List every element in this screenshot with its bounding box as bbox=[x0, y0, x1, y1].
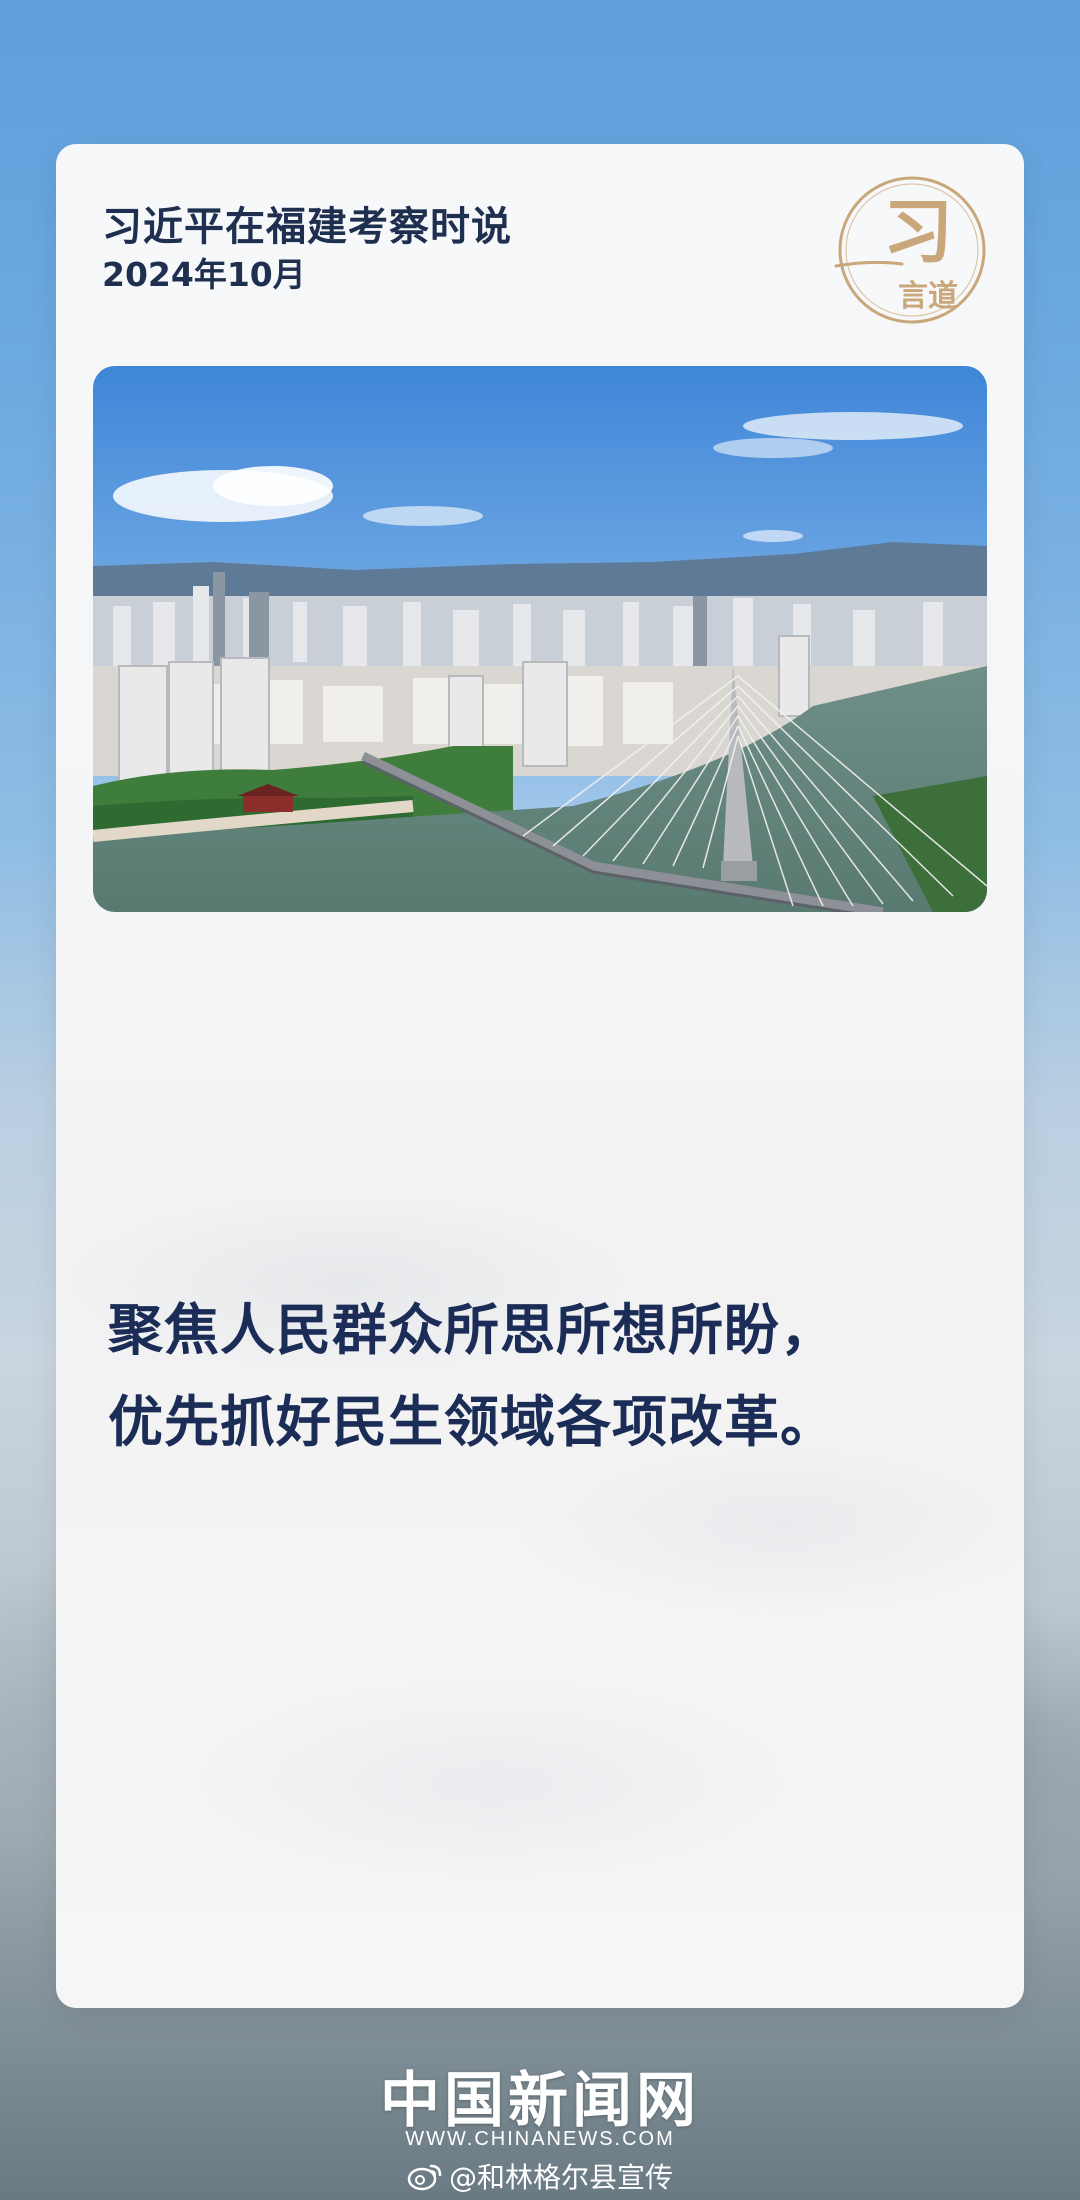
seal-char-bottom: 言道 bbox=[898, 279, 958, 314]
quote-text: 聚焦人民群众所思所想所盼， 优先抓好民生领域各项改革。 bbox=[108, 1284, 968, 1468]
xi-yan-dao-seal-logo: 习 言道 bbox=[834, 176, 986, 324]
weibo-icon bbox=[407, 2164, 442, 2191]
card-date: 2024年10月 bbox=[102, 255, 306, 294]
card-title: 习近平在福建考察时说 bbox=[102, 204, 512, 250]
city-bridge-photo bbox=[93, 366, 987, 912]
seal-char-top: 习 bbox=[883, 190, 953, 273]
quote-card: 习近平在福建考察时说 2024年10月 习 言道 聚焦人民群众所思所想所盼， 优… bbox=[56, 144, 1024, 2008]
weibo-handle: @和林格尔县宣传 bbox=[448, 2161, 673, 2194]
chinanews-url: WWW.CHINANEWS.COM bbox=[405, 2128, 675, 2150]
weibo-attribution: @和林格尔县宣传 bbox=[0, 2156, 1080, 2196]
quote-line-2: 优先抓好民生领域各项改革。 bbox=[108, 1390, 837, 1454]
chinanews-logo: 中国新闻网 bbox=[380, 2066, 700, 2136]
quote-line-1: 聚焦人民群众所思所想所盼， bbox=[108, 1298, 837, 1362]
